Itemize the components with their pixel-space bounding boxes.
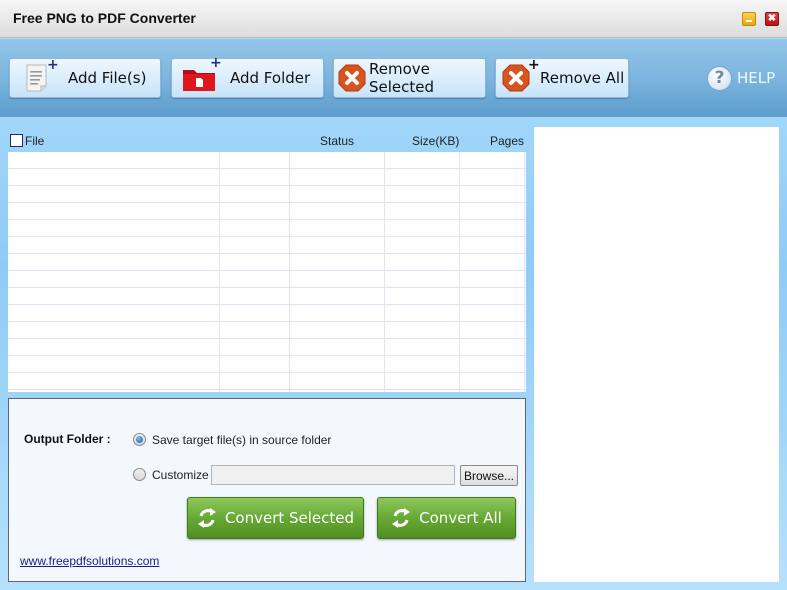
empty-row bbox=[8, 356, 526, 373]
file-list-header: File Status Size(KB) Pages bbox=[8, 128, 526, 152]
radio-source-folder[interactable] bbox=[133, 433, 146, 446]
add-files-button[interactable]: + Add File(s) bbox=[9, 58, 161, 98]
help-icon: ? bbox=[707, 65, 732, 91]
empty-row bbox=[8, 152, 526, 169]
remove-all-button[interactable]: + Remove All bbox=[495, 58, 629, 98]
empty-row bbox=[8, 339, 526, 356]
remove-all-icon: + bbox=[502, 58, 540, 92]
convert-all-button[interactable]: Convert All bbox=[377, 497, 516, 539]
empty-row bbox=[8, 220, 526, 237]
custom-path-input[interactable] bbox=[211, 465, 455, 485]
help-button[interactable]: ? HELP bbox=[707, 65, 775, 91]
empty-row bbox=[8, 288, 526, 305]
column-header-pages[interactable]: Pages bbox=[490, 134, 524, 148]
empty-row bbox=[8, 203, 526, 220]
website-link[interactable]: www.freepdfsolutions.com bbox=[20, 554, 159, 568]
title-bar: Free PNG to PDF Converter ✖ bbox=[0, 0, 787, 38]
customize-label[interactable]: Customize : bbox=[152, 468, 215, 482]
column-header-size[interactable]: Size(KB) bbox=[412, 134, 459, 148]
empty-row bbox=[8, 305, 526, 322]
column-divider bbox=[459, 152, 460, 392]
radio-customize[interactable] bbox=[133, 468, 146, 481]
browse-button[interactable]: Browse... bbox=[460, 465, 518, 486]
convert-icon bbox=[392, 508, 411, 528]
empty-row bbox=[8, 254, 526, 271]
column-header-status[interactable]: Status bbox=[320, 134, 354, 148]
file-list: File Status Size(KB) Pages bbox=[8, 128, 526, 392]
add-folder-button[interactable]: + Add Folder bbox=[171, 56, 324, 98]
source-folder-label[interactable]: Save target file(s) in source folder bbox=[152, 433, 331, 447]
column-divider bbox=[219, 152, 220, 392]
convert-selected-button[interactable]: Convert Selected bbox=[187, 497, 364, 539]
empty-row bbox=[8, 237, 526, 254]
remove-icon bbox=[338, 64, 366, 92]
column-divider bbox=[524, 152, 525, 392]
add-file-icon: + bbox=[24, 58, 59, 94]
minimize-button[interactable] bbox=[742, 12, 756, 26]
close-button[interactable]: ✖ bbox=[765, 12, 779, 26]
add-files-label: Add File(s) bbox=[68, 69, 147, 87]
convert-icon bbox=[197, 508, 216, 528]
convert-all-label: Convert All bbox=[419, 509, 502, 527]
add-folder-label: Add Folder bbox=[230, 69, 311, 87]
empty-row bbox=[8, 186, 526, 203]
empty-row bbox=[8, 271, 526, 288]
close-icon: ✖ bbox=[767, 13, 777, 24]
convert-selected-label: Convert Selected bbox=[224, 509, 355, 527]
remove-selected-button[interactable]: Remove Selected bbox=[333, 58, 486, 98]
toolbar: + Add File(s) + Add Folder Remove Select… bbox=[0, 39, 787, 117]
add-folder-icon: + bbox=[182, 56, 222, 94]
empty-row bbox=[8, 169, 526, 186]
file-list-body[interactable] bbox=[8, 152, 526, 392]
column-header-file[interactable]: File bbox=[25, 134, 44, 148]
output-panel: Output Folder : Save target file(s) in s… bbox=[8, 398, 526, 582]
empty-row bbox=[8, 322, 526, 339]
window-title: Free PNG to PDF Converter bbox=[13, 10, 196, 26]
column-divider bbox=[289, 152, 290, 392]
output-folder-label: Output Folder : bbox=[24, 432, 111, 446]
help-label: HELP bbox=[737, 69, 776, 87]
select-all-checkbox[interactable] bbox=[10, 134, 23, 147]
empty-row bbox=[8, 373, 526, 390]
remove-all-label: Remove All bbox=[540, 69, 625, 87]
remove-selected-label: Remove Selected bbox=[369, 60, 435, 96]
preview-pane bbox=[534, 127, 779, 582]
column-divider bbox=[384, 152, 385, 392]
